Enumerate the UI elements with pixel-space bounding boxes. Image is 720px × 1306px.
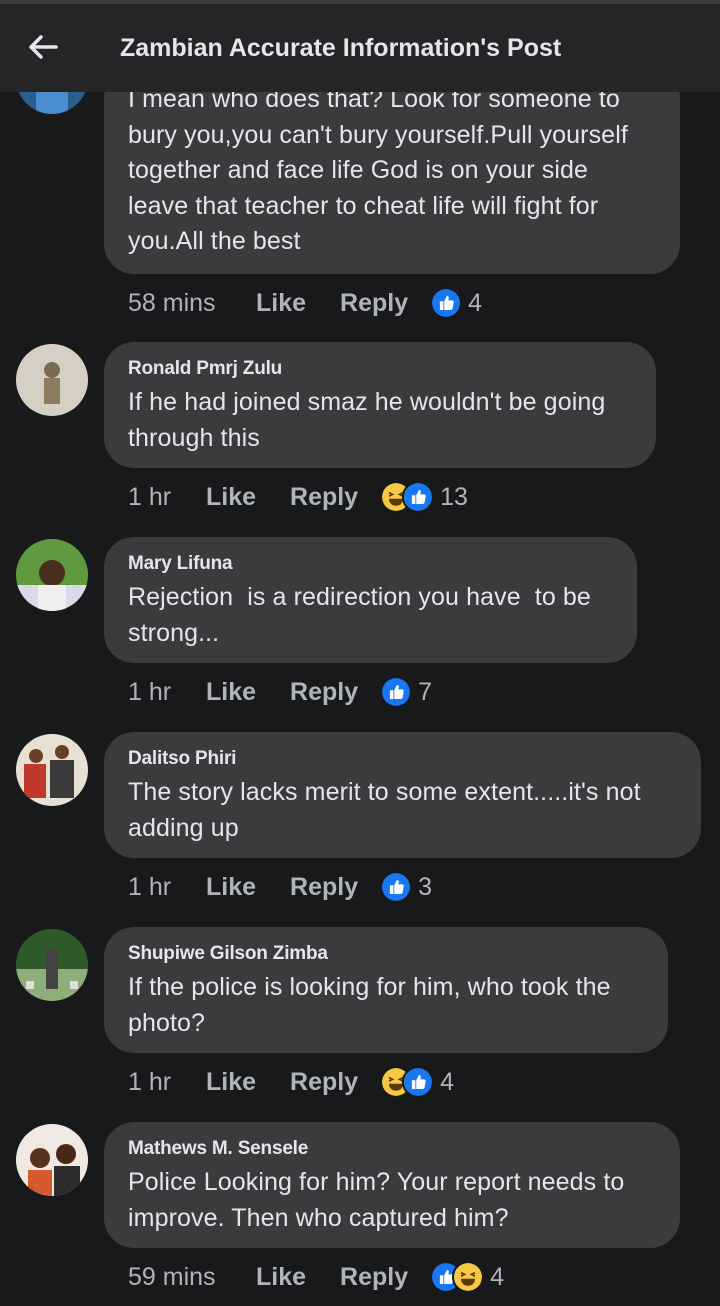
like-reaction-icon — [402, 1066, 435, 1098]
reply-button[interactable]: Reply — [290, 1068, 358, 1097]
reaction-summary[interactable]: 13 — [380, 481, 468, 513]
reaction-count: 13 — [440, 482, 468, 511]
back-arrow-icon — [29, 35, 58, 59]
comment-text: Rejection is a redirection you have to b… — [128, 583, 591, 647]
comment-text: If he had joined smaz he wouldn't be goi… — [128, 388, 606, 452]
comment-bubble[interactable]: Ronald Pmrj Zulu If he had joined smaz h… — [104, 342, 656, 468]
comment-bubble[interactable]: Dalitso Phiri The story lacks merit to s… — [104, 732, 701, 858]
reaction-summary[interactable]: 4 — [430, 287, 482, 319]
avatar[interactable] — [16, 1124, 88, 1196]
reply-button[interactable]: Reply — [290, 678, 358, 707]
reply-button[interactable]: Reply — [290, 483, 358, 512]
comment-time[interactable]: 58 mins — [128, 289, 256, 318]
reaction-count: 3 — [418, 872, 433, 901]
like-reaction-icon — [380, 676, 413, 708]
like-button[interactable]: Like — [206, 873, 256, 902]
comment-meta: 59 mins Like Reply 4 — [128, 1260, 504, 1294]
like-button[interactable]: Like — [256, 289, 306, 318]
page-title: Zambian Accurate Information's Post — [120, 34, 562, 62]
comment-meta: 58 mins Like Reply 4 — [128, 286, 482, 320]
avatar[interactable] — [16, 929, 88, 1001]
comment-text: The story lacks merit to some extent....… — [128, 778, 641, 842]
like-button[interactable]: Like — [256, 1263, 306, 1292]
comment-meta: 1 hr Like Reply 7 — [128, 675, 432, 709]
comment-time[interactable]: 1 hr — [128, 873, 206, 902]
comment-bubble[interactable]: Shupiwe Gilson Zimba If the police is lo… — [104, 927, 668, 1053]
comment-bubble[interactable]: I mean who does that? Look for someone t… — [104, 68, 680, 274]
reaction-count: 4 — [490, 1262, 505, 1291]
reaction-count: 4 — [440, 1067, 455, 1096]
comment-author[interactable]: Mathews M. Sensele — [128, 1137, 656, 1161]
comment-meta: 1 hr Like Reply 4 — [128, 1065, 454, 1099]
reaction-summary[interactable]: 4 — [430, 1261, 504, 1293]
comment-bubble[interactable]: Mathews M. Sensele Police Looking for hi… — [104, 1122, 680, 1248]
comment-time[interactable]: 1 hr — [128, 1068, 206, 1097]
reply-button[interactable]: Reply — [290, 873, 358, 902]
comment-time[interactable]: 1 hr — [128, 678, 206, 707]
like-button[interactable]: Like — [206, 678, 256, 707]
comment-meta: 1 hr Like Reply 3 — [128, 870, 432, 904]
comment-meta: 1 hr Like Reply 13 — [128, 480, 468, 514]
comment-text: I mean who does that? Look for someone t… — [128, 85, 628, 255]
comment-bubble[interactable]: Mary Lifuna Rejection is a redirection y… — [104, 537, 637, 663]
comment-author[interactable]: Shupiwe Gilson Zimba — [128, 942, 644, 966]
comment-author[interactable]: Mary Lifuna — [128, 552, 613, 576]
back-button[interactable] — [26, 30, 60, 64]
like-button[interactable]: Like — [206, 483, 256, 512]
reaction-summary[interactable]: 4 — [380, 1066, 454, 1098]
comment-text: If the police is looking for him, who to… — [128, 973, 611, 1037]
top-bar: Zambian Accurate Information's Post — [0, 0, 720, 92]
avatar[interactable] — [16, 734, 88, 806]
comment-time[interactable]: 1 hr — [128, 483, 206, 512]
haha-reaction-icon — [452, 1261, 485, 1293]
comment-feed: I mean who does that? Look for someone t… — [0, 0, 720, 1306]
avatar[interactable] — [16, 344, 88, 416]
comment-author[interactable]: Dalitso Phiri — [128, 747, 677, 771]
like-reaction-icon — [430, 287, 463, 319]
reply-button[interactable]: Reply — [340, 1263, 408, 1292]
reaction-count: 7 — [418, 677, 433, 706]
reply-button[interactable]: Reply — [340, 289, 408, 318]
reaction-summary[interactable]: 3 — [380, 871, 432, 903]
comment-text: Police Looking for him? Your report need… — [128, 1168, 625, 1232]
reaction-count: 4 — [468, 288, 483, 317]
avatar[interactable] — [16, 539, 88, 611]
reaction-summary[interactable]: 7 — [380, 676, 432, 708]
comment-author[interactable]: Ronald Pmrj Zulu — [128, 357, 632, 381]
like-reaction-icon — [380, 871, 413, 903]
comment-time[interactable]: 59 mins — [128, 1263, 256, 1292]
like-button[interactable]: Like — [206, 1068, 256, 1097]
like-reaction-icon — [402, 481, 435, 513]
